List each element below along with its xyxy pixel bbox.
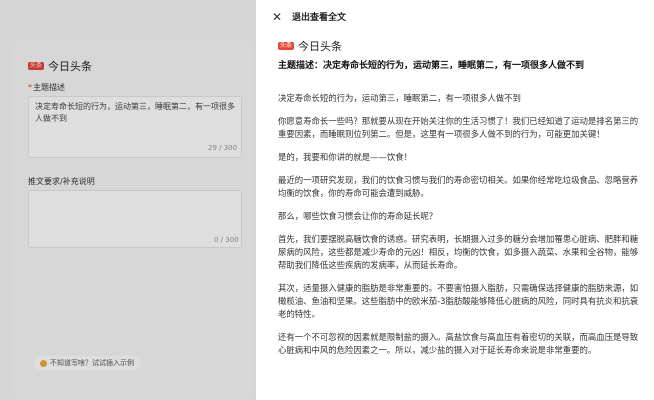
topic-heading: 主题描述：决定寿命长短的行为，运动第三，睡眠第二，有一项很多人做不到 (278, 61, 585, 71)
paragraph: 你愿意寿命长一些吗？那就要从现在开始关注你的生活习惯了！我们已经知道了运动是排名… (278, 116, 639, 139)
paragraph: 决定寿命长短的行为，运动第三，睡眠第二，有一项很多人做不到 (278, 93, 521, 103)
paragraph: 其次，适量摄入健康的脂肪是非常重要的。不要害怕摄入脂肪，只需确保选择健康的脂肪来… (278, 283, 639, 319)
close-icon[interactable]: ✕ (272, 10, 282, 24)
modal-overlay[interactable] (0, 0, 256, 400)
panel-brand-name: 今日头条 (298, 40, 343, 53)
panel-brand: 头条 今日头条 (278, 38, 342, 54)
exit-full-text-button[interactable]: 退出查看全文 (292, 10, 346, 23)
paragraph: 是的，我要和你讲的就是——饮食！ (278, 152, 412, 162)
article-content: 决定寿命长短的行为，运动第三，睡眠第二，有一项很多人做不到 你愿意寿命长一些吗？… (278, 92, 640, 367)
paragraph: 那么，哪些饮食习惯会让你的寿命延长呢？ (278, 211, 438, 221)
paragraph: 还有一个不可忽视的因素就是限制盐的摄入。高盐饮食与高血压有着密切的关联，而高血压… (278, 332, 639, 355)
paragraph: 首先，我们要摆脱高糖饮食的诱惑。研究表明，长期摄入过多的糖分会增加罹患心脏病、肥… (278, 234, 639, 270)
full-text-panel: ✕ 退出查看全文 头条 今日头条 主题描述：决定寿命长短的行为，运动第三，睡眠第… (256, 0, 654, 400)
paragraph: 最近的一项研究发现，我们的饮食习惯与我们的寿命密切相关。如果你经常吃垃圾食品、忽… (278, 175, 639, 198)
toutiao-logo-icon: 头条 (278, 42, 295, 50)
